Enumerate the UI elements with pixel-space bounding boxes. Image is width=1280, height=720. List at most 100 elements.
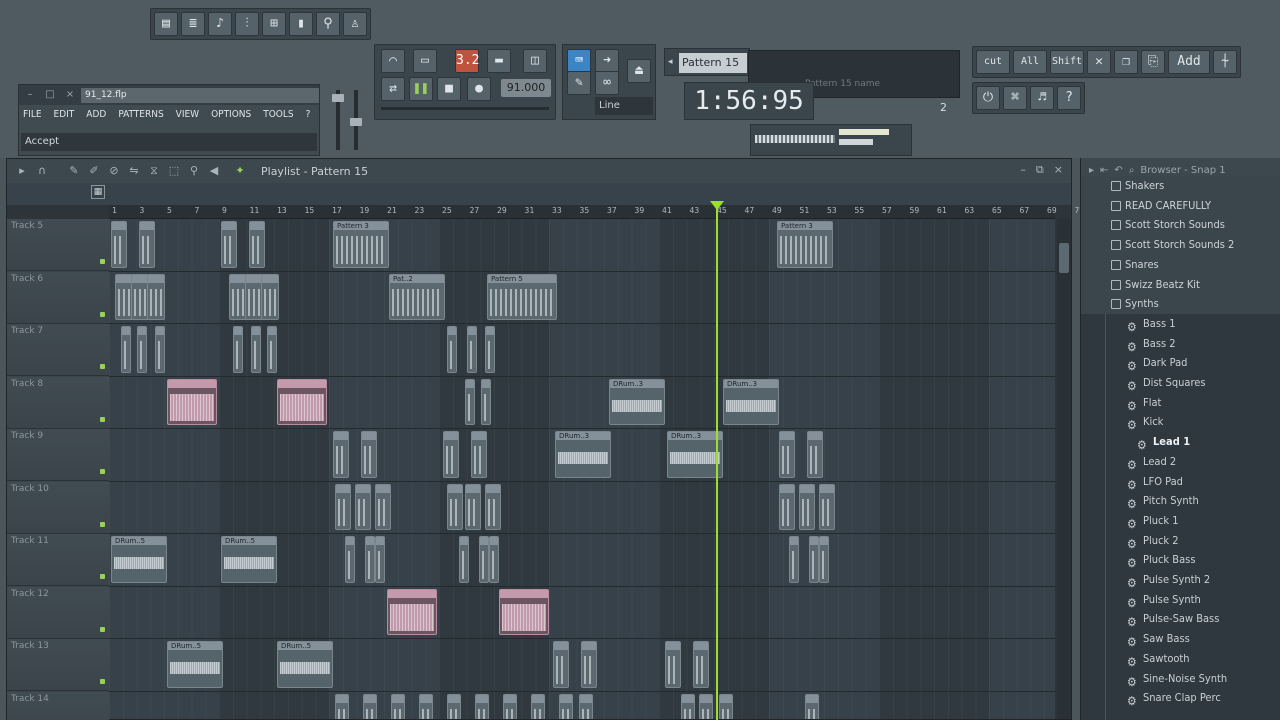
track-header[interactable]: Track 14 (7, 691, 109, 720)
menu-add[interactable]: ADD (84, 109, 108, 120)
power-icon[interactable]: ⏻ (976, 86, 1000, 110)
browser-preset[interactable]: ⚙ Bass 1 (1081, 314, 1280, 334)
pattern-clip[interactable] (249, 221, 265, 268)
cut-button[interactable]: cut (976, 50, 1010, 74)
pencil-icon[interactable]: ✎ (567, 71, 591, 95)
delete-icon[interactable]: ✕ (1087, 50, 1111, 74)
track-header[interactable]: Track 10 (7, 481, 109, 534)
browser-preset[interactable]: ⚙ Pulse Synth 2 (1081, 570, 1280, 590)
pattern-clip[interactable] (333, 431, 349, 478)
pattern-clip[interactable] (355, 483, 371, 530)
track-header[interactable]: Track 8 (7, 376, 109, 429)
step-edit-icon[interactable]: ▬ (487, 49, 511, 73)
pattern-clip[interactable]: Pat..2 (389, 273, 445, 320)
master-volume-fader[interactable] (330, 84, 370, 156)
all-button[interactable]: All (1013, 50, 1047, 74)
track-mute-led[interactable] (100, 574, 105, 579)
browser-folder[interactable]: READ CAREFULLY (1081, 195, 1280, 216)
metronome-x-icon[interactable]: ⌘ (1003, 86, 1027, 110)
pattern-clip[interactable] (277, 378, 327, 425)
mixer-icon[interactable]: ⫶ (235, 12, 259, 36)
menu-patterns[interactable]: PATTERNS (116, 109, 165, 120)
pattern-clip[interactable] (489, 536, 499, 583)
pattern-clip[interactable]: Pattern 5 (487, 273, 557, 320)
browser-preset[interactable]: ⚙ Kick (1081, 412, 1280, 432)
brush-icon[interactable]: ✐ (87, 164, 101, 178)
link-icon[interactable]: ∞ (595, 71, 619, 95)
pattern-clip[interactable] (465, 483, 481, 530)
collapse-icon[interactable]: ⇤ (1100, 165, 1108, 176)
browser-preset[interactable]: ⚙ Pulse Synth (1081, 590, 1280, 610)
track-header[interactable]: Track 11 (7, 534, 109, 586)
track-mute-led[interactable] (100, 364, 105, 369)
pattern-clip[interactable] (681, 693, 695, 719)
slip-icon[interactable]: ⇋ (127, 164, 141, 178)
close-icon[interactable]: × (1054, 163, 1063, 177)
pattern-icon[interactable]: ✦ (233, 164, 247, 178)
pattern-selector[interactable]: ◂ Pattern 15 (664, 48, 750, 76)
pattern-clip[interactable] (443, 431, 459, 478)
pattern-clip[interactable] (447, 326, 457, 373)
pattern-clip[interactable] (139, 221, 155, 268)
zoom-icon[interactable]: ⚲ (187, 164, 201, 178)
pattern-clip[interactable] (819, 536, 829, 583)
help-icon[interactable]: ? (1057, 86, 1081, 110)
menu-arrow-icon[interactable]: ▸ (1089, 165, 1094, 176)
pattern-clip[interactable] (807, 431, 823, 478)
pattern-clip[interactable] (137, 326, 147, 373)
timeline-ruler[interactable]: 1 3 5 7 9 11 13 15 17 19 21 23 25 27 29 31 33 35 37 39 41 43 4… (109, 205, 1084, 219)
browser-folder[interactable]: Shakers (1081, 176, 1280, 196)
browser-preset[interactable]: ⚙ Pluck 2 (1081, 531, 1280, 551)
audio-clip[interactable]: DRum..3 (667, 431, 723, 478)
pattern-clip[interactable] (251, 326, 261, 373)
browser-preset[interactable]: ⚙ Saw Bass (1081, 629, 1280, 649)
pattern-clip[interactable] (499, 588, 549, 635)
snap-selector[interactable]: Line (595, 97, 653, 115)
browser-preset[interactable]: ⚙ LFO Pad (1081, 472, 1280, 492)
pattern-clip[interactable] (799, 483, 815, 530)
audio-icon[interactable]: ⏏ (627, 59, 651, 83)
arrow-right-icon[interactable]: ➜ (595, 49, 619, 73)
shift-button[interactable]: Shift (1050, 50, 1084, 74)
vertical-scrollbar[interactable] (1057, 219, 1071, 719)
track-header[interactable]: Track 7 (7, 324, 109, 376)
typing-keyboard-icon[interactable]: ⌨ (567, 49, 591, 73)
browser-preset[interactable]: ⚙ Sawtooth (1081, 649, 1280, 669)
copy-icon[interactable]: ❐ (1114, 50, 1138, 74)
pattern-clip[interactable] (221, 221, 237, 268)
pattern-clip[interactable] (559, 693, 573, 719)
pattern-clip[interactable] (459, 536, 469, 583)
pattern-clip[interactable] (391, 693, 405, 719)
browser-folder[interactable]: Swizz Beatz Kit (1081, 274, 1280, 295)
browser-preset[interactable]: ⚙ Pitch Synth (1081, 491, 1280, 511)
track-mute-led[interactable] (100, 626, 105, 632)
pattern-clip[interactable] (485, 483, 501, 530)
arrangement-grid[interactable]: Pattern 3 Pattern 3 Pat..2 Pattern 5 DRum..3… (109, 219, 1055, 719)
menu-file[interactable]: FILE (21, 109, 44, 120)
record-mode-icon[interactable]: ◫ (523, 49, 547, 73)
minimize-icon[interactable]: – (23, 88, 37, 102)
browser-preset[interactable]: ⚙ Dist Squares (1081, 373, 1280, 393)
plugin-icon[interactable]: ⊞ (262, 12, 286, 36)
pattern-name[interactable]: Pattern 15 (679, 53, 747, 73)
pattern-clip[interactable] (779, 483, 795, 530)
paste-icon[interactable]: ⎘ (1141, 50, 1165, 74)
pattern-clip[interactable] (503, 693, 517, 719)
pencil-icon[interactable]: ✎ (67, 164, 81, 178)
pattern-clip[interactable] (267, 326, 277, 373)
track-mute-led[interactable] (100, 259, 105, 264)
speaker-icon[interactable]: ◀ (207, 164, 221, 178)
scroll-thumb[interactable] (1059, 243, 1069, 273)
pattern-clip[interactable] (719, 693, 733, 719)
metronome-icon[interactable]: ⌒ (381, 49, 405, 73)
pattern-clip[interactable] (553, 641, 569, 688)
browser-preset[interactable]: ⚙ Pulse-Saw Bass (1081, 609, 1280, 629)
pattern-clip[interactable] (375, 536, 385, 583)
pattern-clip[interactable] (693, 641, 709, 688)
menu-options[interactable]: OPTIONS (209, 109, 253, 120)
chevron-left-icon[interactable]: ◂ (668, 57, 673, 67)
track-mute-led[interactable] (100, 311, 105, 317)
pattern-clip[interactable] (361, 431, 377, 478)
pattern-clip[interactable] (485, 326, 495, 373)
browser-preset[interactable]: ⚙ Pluck 1 (1081, 511, 1280, 531)
